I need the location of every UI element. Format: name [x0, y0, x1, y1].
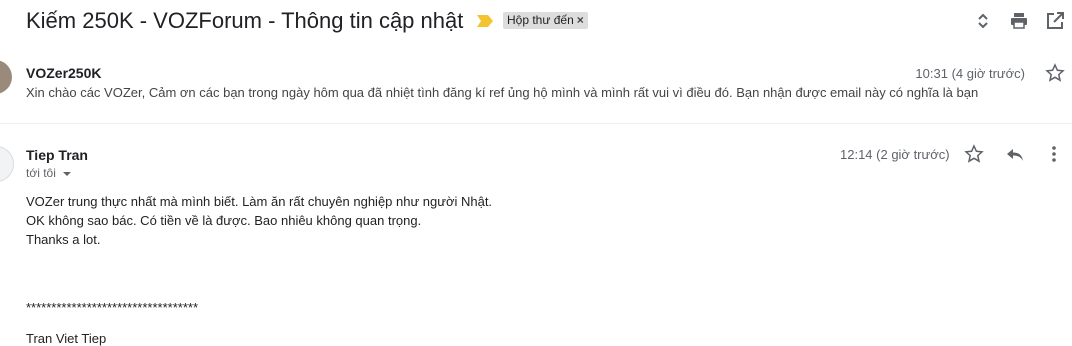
expand-collapse-icon[interactable] [973, 11, 993, 31]
reply-icon[interactable] [1004, 144, 1026, 164]
sender-name: VOZer250K [26, 65, 102, 81]
message-time: 12:14 (2 giờ trước) [840, 147, 950, 162]
message-body-line: VOZer trung thực nhất mà mình biết. Làm … [26, 194, 493, 209]
message-time: 10:31 (4 giờ trước) [915, 66, 1025, 81]
recipient-details-toggle[interactable]: tới tôi [26, 166, 71, 180]
message-body-line: Thanks a lot. [26, 232, 101, 247]
star-icon[interactable] [964, 144, 984, 164]
message-divider [0, 123, 1072, 124]
label-chip-text: Hộp thư đến [507, 13, 574, 27]
print-icon[interactable] [1009, 11, 1029, 31]
signature-name: Tran Viet Tiep [26, 331, 107, 346]
chevron-down-icon [62, 171, 71, 176]
message-body-line: OK không sao bác. Có tiền về là được. Ba… [26, 213, 422, 228]
avatar[interactable] [0, 146, 14, 182]
email-subject: Kiếm 250K - VOZForum - Thông tin cập nhậ… [26, 8, 464, 33]
star-icon[interactable] [1045, 63, 1065, 83]
inbox-label-chip[interactable]: Hộp thư đến × [503, 12, 588, 29]
recipient-label: tới tôi [26, 166, 56, 180]
message-snippet[interactable]: Xin chào các VOZer, Cảm ơn các bạn trong… [26, 85, 978, 100]
sender-name: Tiep Tran [26, 147, 88, 163]
open-in-new-window-icon[interactable] [1045, 11, 1065, 31]
avatar[interactable] [0, 60, 12, 94]
importance-marker-icon[interactable] [476, 14, 494, 28]
more-vertical-icon[interactable] [1046, 144, 1062, 164]
signature-separator: ********************************** [26, 300, 199, 315]
remove-label-icon[interactable]: × [577, 12, 584, 29]
